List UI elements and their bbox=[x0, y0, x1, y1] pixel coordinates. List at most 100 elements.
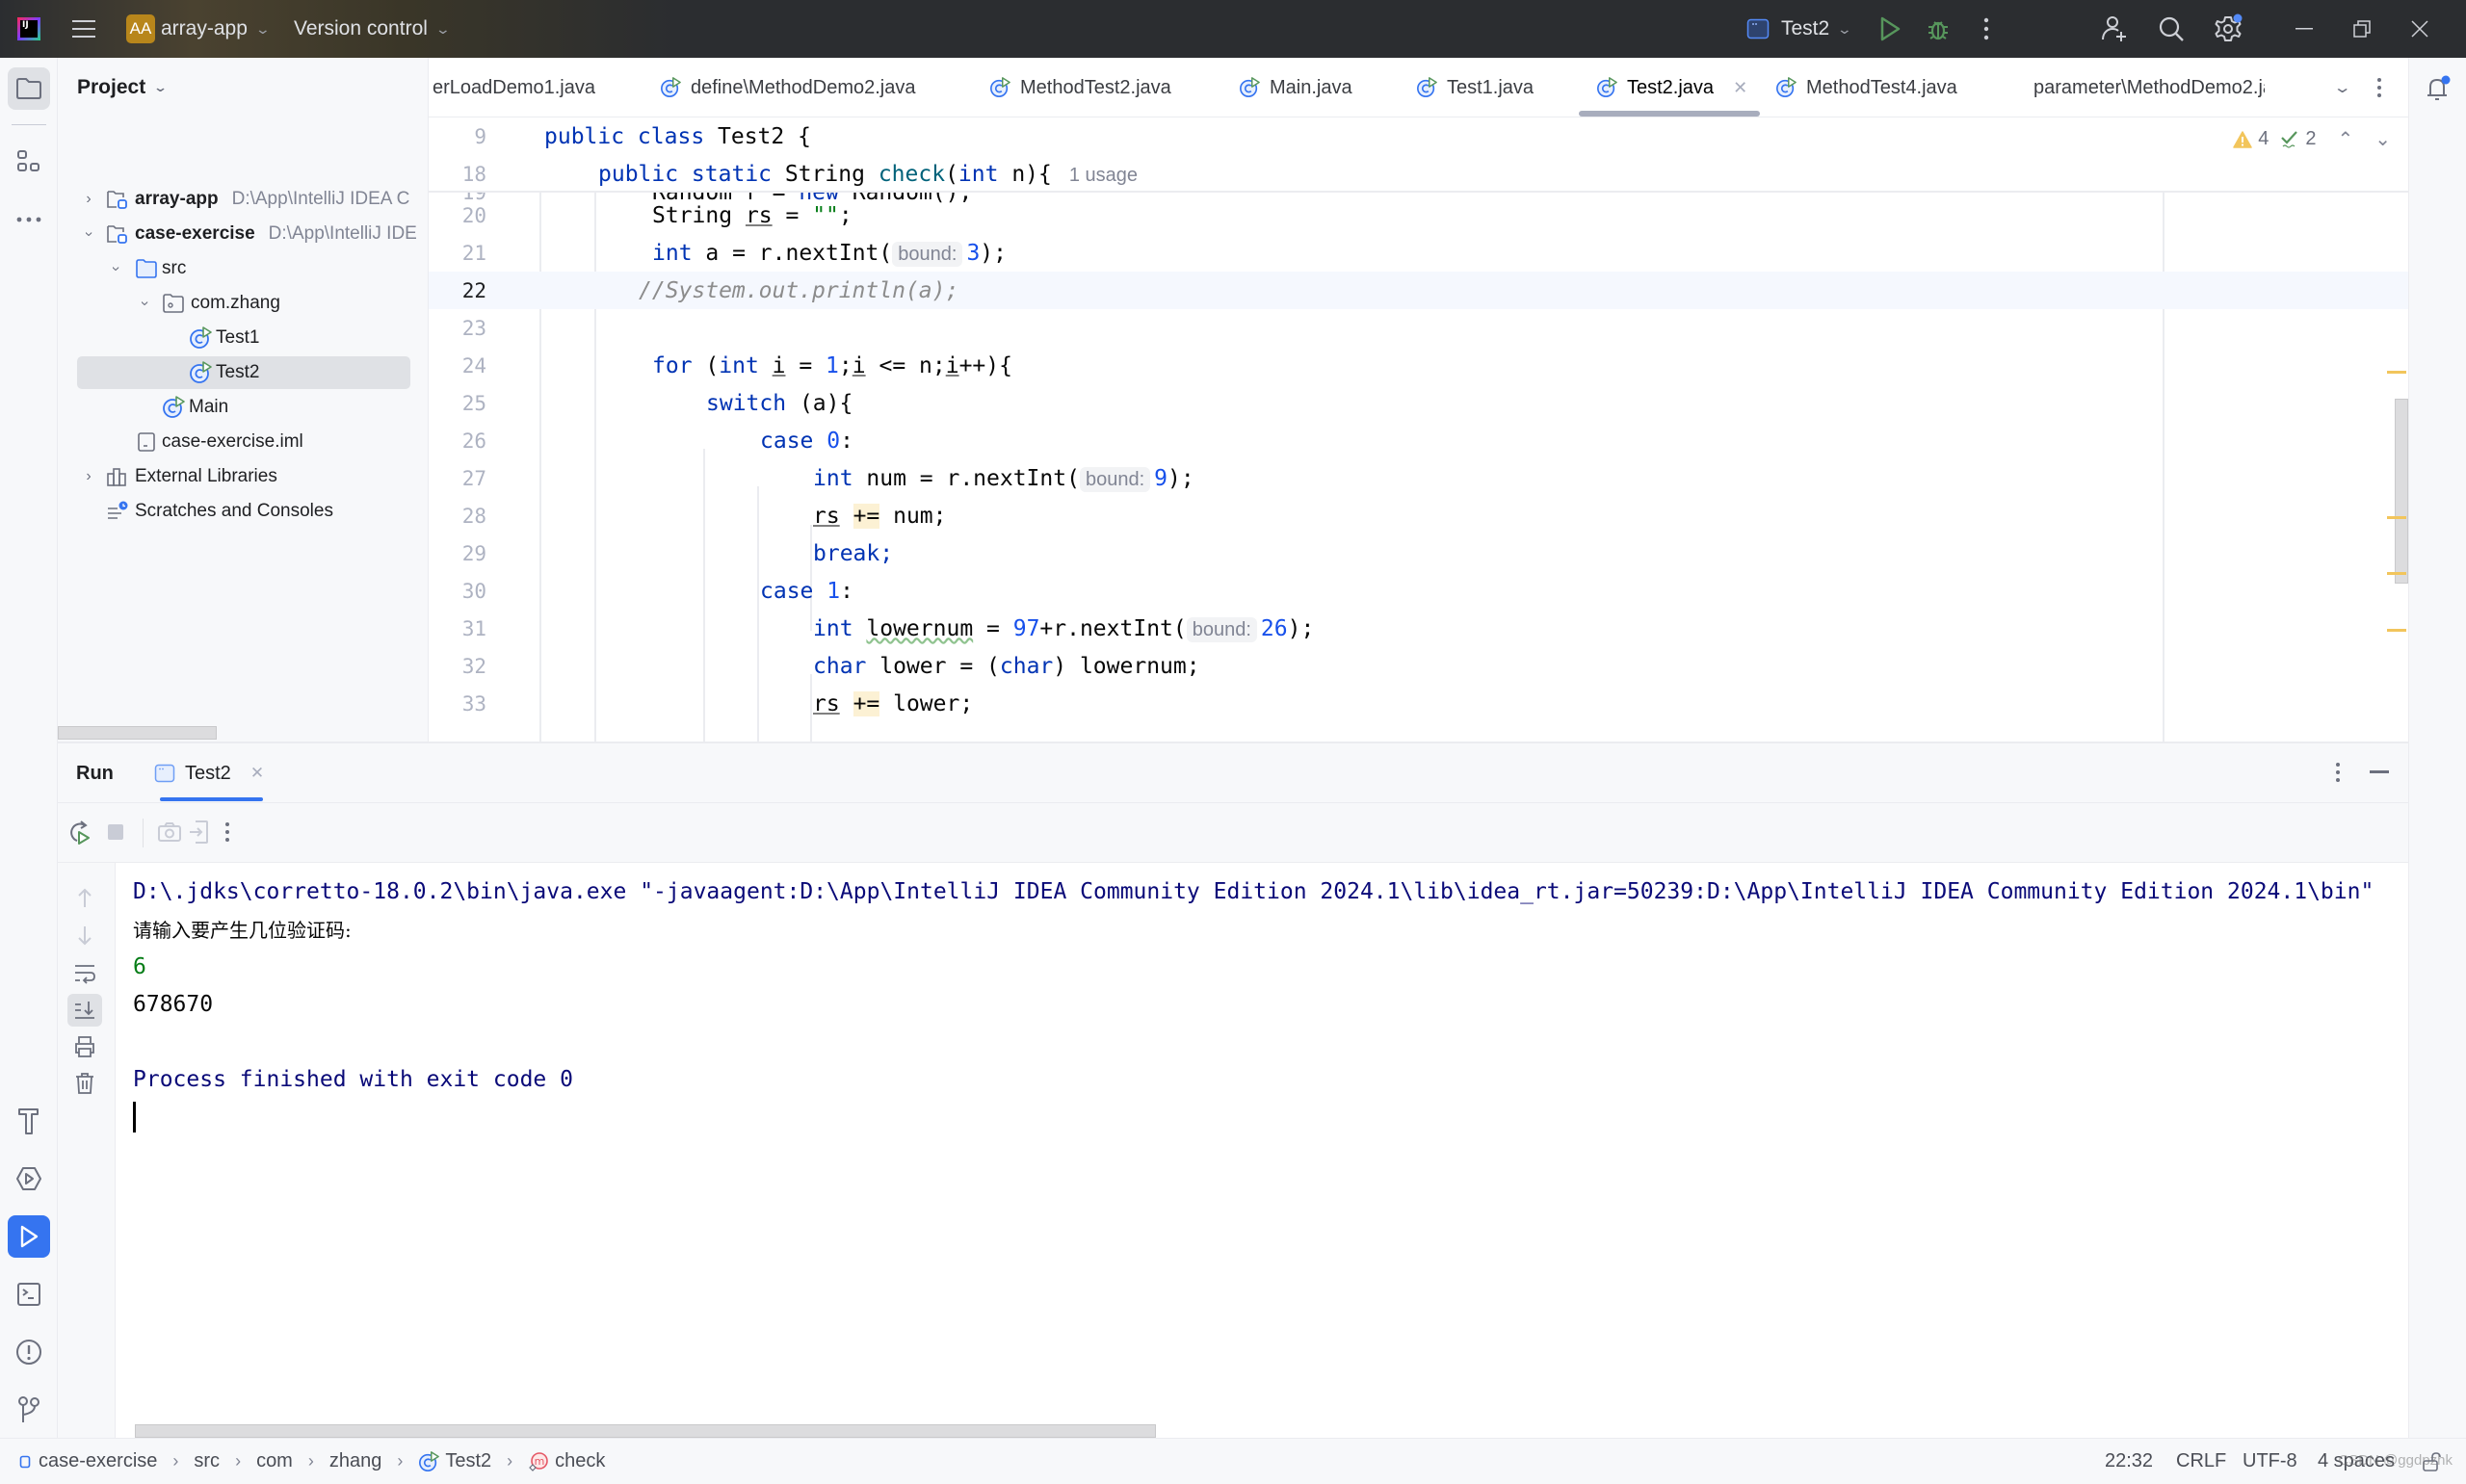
run-tab-test2[interactable]: Test2 ✕ bbox=[154, 743, 264, 803]
tab-parameter-methoddemo2[interactable]: parameter\MethodDemo2.ja bbox=[2024, 58, 2265, 117]
project-view-selector[interactable]: Project ⌄ bbox=[77, 58, 168, 117]
chevron-down-icon[interactable]: › bbox=[107, 259, 124, 278]
services-tool-button[interactable] bbox=[8, 1158, 50, 1200]
tree-item-src[interactable]: › src bbox=[58, 251, 428, 286]
editor-vertical-scrollbar[interactable] bbox=[2395, 399, 2408, 584]
more-run-actions-button[interactable] bbox=[210, 813, 245, 851]
code-line-31[interactable]: 31 int lowernum = 97+r.nextInt(bound: 26)… bbox=[429, 610, 2408, 647]
code-line-23[interactable]: 23 bbox=[429, 309, 2408, 347]
notifications-button[interactable] bbox=[2417, 67, 2459, 110]
scroll-to-end-button[interactable] bbox=[67, 994, 102, 1027]
breadcrumb-item[interactable]: Test2 bbox=[445, 1450, 491, 1472]
code-line-33[interactable]: 33 rs += lower; bbox=[429, 685, 2408, 722]
tree-item-iml[interactable]: case-exercise.iml bbox=[58, 425, 428, 459]
chevron-down-icon[interactable]: › bbox=[80, 224, 97, 244]
run-config-selector[interactable]: Test2 ⌄ bbox=[1746, 0, 1852, 58]
tree-item-main[interactable]: Main bbox=[58, 390, 428, 425]
close-tab-icon[interactable]: ✕ bbox=[1733, 78, 1747, 98]
more-tools-button[interactable] bbox=[8, 198, 50, 241]
scroll-down-button[interactable] bbox=[67, 919, 102, 951]
debug-button[interactable] bbox=[1919, 0, 1957, 58]
tab-more-button[interactable] bbox=[2376, 58, 2382, 117]
usage-hint[interactable]: 1 usage bbox=[1069, 165, 1138, 186]
code-line-26[interactable]: 26 case 0: bbox=[429, 422, 2408, 459]
code-line-32[interactable]: 32 char lower = (char) lowernum; bbox=[429, 647, 2408, 685]
restore-window-button[interactable] bbox=[2333, 0, 2391, 58]
inspection-widget[interactable]: 4 2 ⌃ ⌄ bbox=[2233, 127, 2391, 151]
close-tab-icon[interactable]: ✕ bbox=[250, 764, 264, 783]
tab-methodtest2[interactable]: MethodTest2.java bbox=[989, 58, 1171, 117]
code-line-20[interactable]: 20 String rs = ""; bbox=[429, 196, 2408, 234]
chevron-right-icon[interactable]: › bbox=[79, 468, 98, 485]
console-horizontal-scrollbar[interactable] bbox=[135, 1424, 1156, 1438]
tree-item-case-exercise[interactable]: › case-exercise D:\App\IntelliJ IDE bbox=[58, 217, 428, 251]
tree-item-test1[interactable]: Test1 bbox=[58, 321, 428, 355]
breadcrumb-item[interactable]: com bbox=[256, 1450, 293, 1472]
search-everywhere-button[interactable] bbox=[2152, 0, 2191, 58]
stop-button[interactable] bbox=[98, 813, 133, 851]
tree-item-scratches[interactable]: Scratches and Consoles bbox=[58, 494, 428, 529]
print-button[interactable] bbox=[67, 1030, 102, 1063]
tab-test1[interactable]: Test1.java bbox=[1416, 58, 1534, 117]
code-line-28[interactable]: 28 rs += num; bbox=[429, 497, 2408, 534]
terminal-tool-button[interactable] bbox=[8, 1273, 50, 1315]
next-highlight-icon[interactable]: ⌄ bbox=[2374, 127, 2391, 151]
code-line-22[interactable]: 22 //System.out.println(a); bbox=[429, 272, 2408, 309]
more-actions-button[interactable] bbox=[1969, 0, 2004, 58]
tab-test2[interactable]: Test2.java ✕ bbox=[1596, 58, 1747, 117]
soft-wrap-button[interactable] bbox=[67, 957, 102, 990]
line-separator[interactable]: CRLF bbox=[2176, 1439, 2226, 1484]
file-encoding[interactable]: UTF-8 bbox=[2243, 1439, 2297, 1484]
scroll-up-button[interactable] bbox=[67, 882, 102, 915]
run-tool-button[interactable] bbox=[8, 1215, 50, 1258]
minimize-panel-button[interactable] bbox=[2370, 770, 2389, 773]
breadcrumb-item[interactable]: check bbox=[555, 1450, 605, 1472]
code-line-21[interactable]: 21 int a = r.nextInt(bound: 3); bbox=[429, 234, 2408, 272]
rerun-button[interactable] bbox=[62, 813, 96, 851]
tab-define-methoddemo2[interactable]: define\MethodDemo2.java bbox=[660, 58, 915, 117]
project-horizontal-scrollbar[interactable] bbox=[58, 726, 217, 740]
chevron-down-icon[interactable]: › bbox=[136, 294, 153, 313]
project-tool-button[interactable] bbox=[8, 67, 50, 110]
previous-highlight-icon[interactable]: ⌃ bbox=[2337, 127, 2353, 151]
chevron-right-icon[interactable]: › bbox=[79, 191, 98, 208]
tab-overloaddemo1[interactable]: erLoadDemo1.java bbox=[433, 58, 595, 117]
project-selector[interactable]: AA array-app ⌄ bbox=[126, 0, 271, 58]
tree-item-com-zhang[interactable]: › com.zhang bbox=[58, 286, 428, 321]
build-tool-button[interactable] bbox=[8, 1100, 50, 1142]
git-tool-button[interactable] bbox=[8, 1389, 50, 1431]
intellij-logo[interactable]: IJ bbox=[17, 0, 40, 58]
warning-marker[interactable] bbox=[2387, 629, 2406, 632]
code-body[interactable]: 19 Random r = new Random(); 20 String rs… bbox=[429, 193, 2408, 742]
tree-item-external-libraries[interactable]: › External Libraries bbox=[58, 459, 428, 494]
code-line-25[interactable]: 25 switch (a){ bbox=[429, 384, 2408, 422]
code-with-me-button[interactable] bbox=[2095, 0, 2134, 58]
tab-methodtest4[interactable]: MethodTest4.java bbox=[1775, 58, 1957, 117]
structure-tool-button[interactable] bbox=[8, 141, 50, 183]
tree-item-array-app[interactable]: › array-app D:\App\IntelliJ IDEA C bbox=[58, 182, 428, 217]
console-output[interactable]: D:\.jdks\corretto-18.0.2\bin\java.exe "-… bbox=[116, 863, 2408, 1440]
show-hidden-tabs-button[interactable]: ⌄ bbox=[2333, 58, 2352, 117]
main-menu-button[interactable] bbox=[71, 0, 96, 58]
run-button[interactable] bbox=[1871, 0, 1909, 58]
tree-item-test2[interactable]: Test2 bbox=[58, 355, 428, 390]
breadcrumb-item[interactable]: case-exercise bbox=[39, 1450, 157, 1472]
close-window-button[interactable] bbox=[2391, 0, 2449, 58]
sticky-line[interactable]: 9 public class Test2 { bbox=[429, 117, 2408, 155]
version-control-menu[interactable]: Version control ⌄ bbox=[294, 0, 451, 58]
warning-marker[interactable] bbox=[2387, 572, 2406, 575]
code-line-30[interactable]: 30 case 1: bbox=[429, 572, 2408, 610]
caret-position[interactable]: 22:32 bbox=[2105, 1439, 2153, 1484]
code-line-24[interactable]: 24 for (int i = 1;i <= n;i++){ bbox=[429, 347, 2408, 384]
sticky-line[interactable]: 18 public static String check(int n){1 u… bbox=[429, 155, 2408, 193]
settings-button[interactable] bbox=[2208, 0, 2248, 58]
breadcrumb-item[interactable]: zhang bbox=[329, 1450, 382, 1472]
warning-marker[interactable] bbox=[2387, 371, 2406, 374]
problems-tool-button[interactable] bbox=[8, 1331, 50, 1373]
run-panel-options-button[interactable] bbox=[2335, 762, 2341, 783]
tab-main[interactable]: Main.java bbox=[1239, 58, 1352, 117]
code-line-29[interactable]: 29 break; bbox=[429, 534, 2408, 572]
minimize-window-button[interactable] bbox=[2275, 0, 2333, 58]
code-line-27[interactable]: 27 int num = r.nextInt(bound: 9); bbox=[429, 459, 2408, 497]
clear-console-button[interactable] bbox=[67, 1067, 102, 1100]
